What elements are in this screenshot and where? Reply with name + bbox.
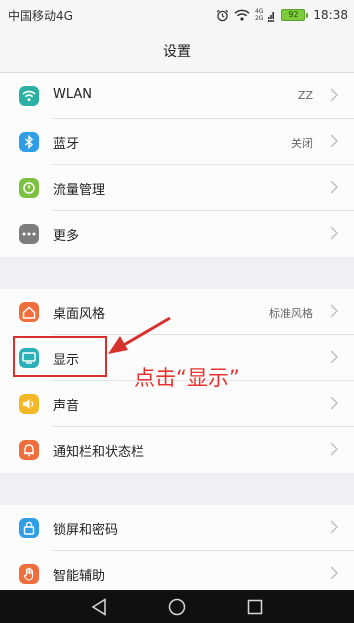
navigation-bar xyxy=(0,590,354,623)
settings-screen: 中国移动4G 4G 2G 92 18:38 设置 WLAN ZZ 蓝牙 关闭 流… xyxy=(0,0,354,623)
back-icon[interactable] xyxy=(89,597,109,617)
annotation-arrow xyxy=(108,316,171,354)
home-button-icon[interactable] xyxy=(167,597,187,617)
annotation-text: 点击“显示” xyxy=(134,366,240,390)
recent-apps-icon[interactable] xyxy=(245,597,265,617)
